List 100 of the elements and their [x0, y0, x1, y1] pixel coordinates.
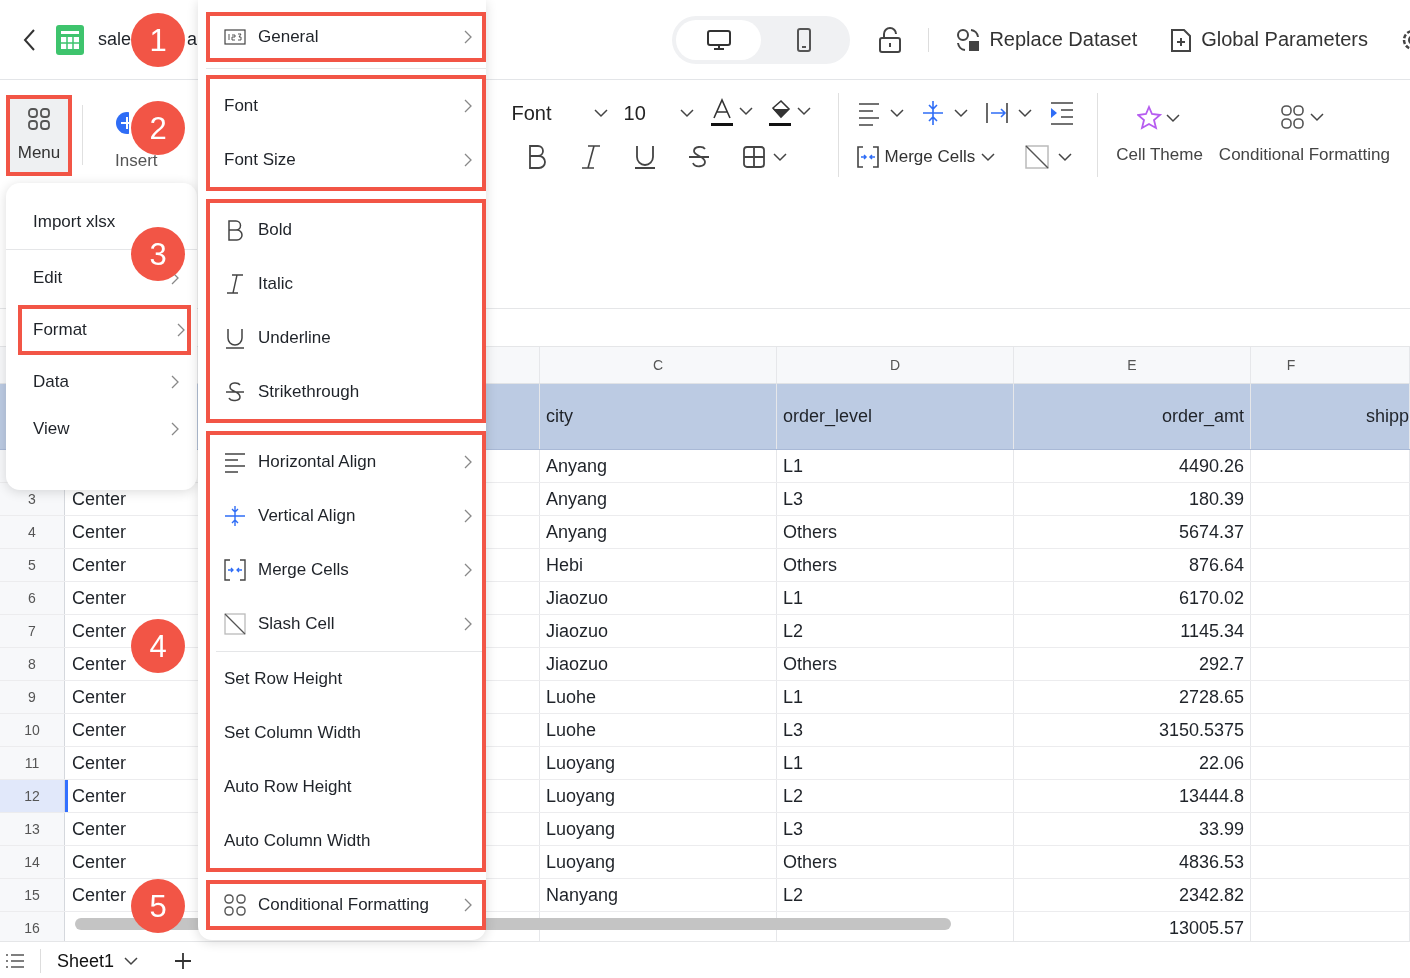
- menu-item[interactable]: General: [210, 16, 482, 58]
- conditional-formatting-button[interactable]: Conditional Formatting: [1218, 105, 1390, 165]
- table-cell: L2: [783, 620, 804, 642]
- borders-icon[interactable]: [741, 144, 790, 170]
- menu-item[interactable]: Slash Cell: [210, 597, 482, 651]
- font-size-dropdown[interactable]: 10: [623, 101, 710, 125]
- monitor-icon: [705, 28, 732, 51]
- global-parameters-button[interactable]: Global Parameters: [1169, 26, 1368, 53]
- row-number[interactable]: 13: [0, 813, 65, 845]
- chevron-right-icon: [464, 30, 472, 44]
- slash-cell-icon: [224, 613, 246, 635]
- table-cell: L1: [783, 752, 804, 774]
- menu-item[interactable]: Format: [18, 305, 191, 355]
- row-number[interactable]: 11: [0, 747, 65, 779]
- menu-item[interactable]: Conditional Formatting: [210, 884, 482, 926]
- menu-button[interactable]: Menu: [6, 94, 72, 176]
- indent-icon[interactable]: [1048, 100, 1075, 126]
- row-number[interactable]: 14: [0, 846, 65, 878]
- italic-icon[interactable]: [579, 144, 602, 170]
- menu-item[interactable]: Horizontal Align: [210, 435, 482, 489]
- menu-item[interactable]: Auto Row Height: [210, 760, 482, 814]
- table-cell: Others: [783, 521, 838, 543]
- cell-theme-button[interactable]: Cell Theme: [1116, 105, 1203, 165]
- vertical-align-icon: [224, 505, 246, 527]
- phone-icon: [795, 27, 812, 52]
- column-header[interactable]: C: [540, 347, 777, 383]
- caret-icon: [593, 108, 608, 118]
- table-cell: L2: [783, 884, 804, 906]
- table-cell: shipp: [1365, 406, 1409, 427]
- row-number[interactable]: 12: [0, 780, 65, 812]
- chevron-right-icon: [171, 375, 179, 389]
- table-cell: L1: [783, 587, 804, 609]
- plus-icon[interactable]: [116, 112, 129, 134]
- menu-item[interactable]: Vertical Align: [210, 489, 482, 543]
- table-cell: Center: [72, 620, 127, 642]
- strikethrough-icon[interactable]: [687, 144, 710, 170]
- table-cell: Jiaozuo: [546, 587, 609, 609]
- table-cell: Luohe: [546, 719, 597, 741]
- row-number[interactable]: 5: [0, 549, 65, 581]
- column-header[interactable]: D: [777, 347, 1014, 383]
- menu-item[interactable]: Font: [210, 79, 482, 133]
- table-cell: Luoyang: [546, 851, 616, 873]
- table-cell: Others: [783, 653, 838, 675]
- menu-item[interactable]: Merge Cells: [210, 543, 482, 597]
- underline-icon[interactable]: [633, 144, 656, 170]
- table-cell: 180.39: [1188, 488, 1244, 510]
- chevron-right-icon: [464, 509, 472, 523]
- table-cell: Center: [72, 719, 127, 741]
- menu-item[interactable]: Set Row Height: [210, 652, 482, 706]
- table-cell: 1145.34: [1180, 620, 1244, 642]
- column-header[interactable]: F: [1251, 347, 1410, 383]
- menu-item[interactable]: Bold: [210, 203, 482, 257]
- caret-icon: [679, 108, 694, 118]
- row-number[interactable]: 7: [0, 615, 65, 647]
- grid-icon: [224, 894, 246, 916]
- insert-button[interactable]: Insert: [115, 152, 158, 170]
- table-cell: 2728.65: [1178, 686, 1244, 708]
- table-cell: city: [546, 406, 573, 427]
- font-dropdown[interactable]: Font: [511, 101, 624, 125]
- column-header[interactable]: E: [1014, 347, 1251, 383]
- list-icon[interactable]: [6, 954, 24, 968]
- menu-item[interactable]: Auto Column Width: [210, 814, 482, 868]
- row-number[interactable]: 10: [0, 714, 65, 746]
- table-cell: L1: [783, 686, 804, 708]
- table-cell: 33.99: [1198, 818, 1244, 840]
- row-number[interactable]: 15: [0, 879, 65, 911]
- sheet-tab[interactable]: Sheet1: [57, 950, 139, 972]
- table-cell: Luohe: [546, 686, 597, 708]
- number-format-icon: [224, 26, 246, 48]
- strikethrough-icon: [224, 381, 246, 403]
- menu-item[interactable]: Data: [6, 362, 191, 402]
- menu-item[interactable]: View: [6, 409, 191, 449]
- table-cell: Jiaozuo: [546, 653, 609, 675]
- lock-icon[interactable]: [878, 25, 903, 54]
- chevron-right-icon: [464, 455, 472, 469]
- add-sheet-icon[interactable]: [174, 952, 193, 970]
- menu-item[interactable]: Strikethrough: [210, 365, 482, 419]
- replace-dataset-button[interactable]: Replace Dataset: [955, 26, 1138, 53]
- back-icon[interactable]: [22, 27, 36, 52]
- menu-item[interactable]: Italic: [210, 257, 482, 311]
- menu-item[interactable]: Set Column Width: [210, 706, 482, 760]
- spreadsheet-icon: [56, 24, 84, 55]
- menu-item[interactable]: Font Size: [210, 133, 482, 187]
- merge-icon: [856, 146, 879, 168]
- chevron-right-icon: [171, 422, 179, 436]
- row-number[interactable]: 6: [0, 582, 65, 614]
- table-cell: 876.64: [1188, 554, 1244, 576]
- desktop-view-button[interactable]: [676, 19, 762, 60]
- table-cell: 5674.37: [1178, 521, 1244, 543]
- step-badge: 1: [131, 13, 185, 67]
- row-number[interactable]: 4: [0, 516, 65, 548]
- table-cell: 292.7: [1198, 653, 1244, 675]
- file-title: a: [187, 29, 198, 50]
- table-cell: 2342.82: [1178, 884, 1244, 906]
- caret-icon: [981, 152, 996, 162]
- merge-cells-dropdown[interactable]: Merge Cells: [856, 146, 996, 168]
- menu-item[interactable]: Underline: [210, 311, 482, 365]
- row-number[interactable]: 9: [0, 681, 65, 713]
- row-number[interactable]: 16: [0, 912, 65, 941]
- row-number[interactable]: 8: [0, 648, 65, 680]
